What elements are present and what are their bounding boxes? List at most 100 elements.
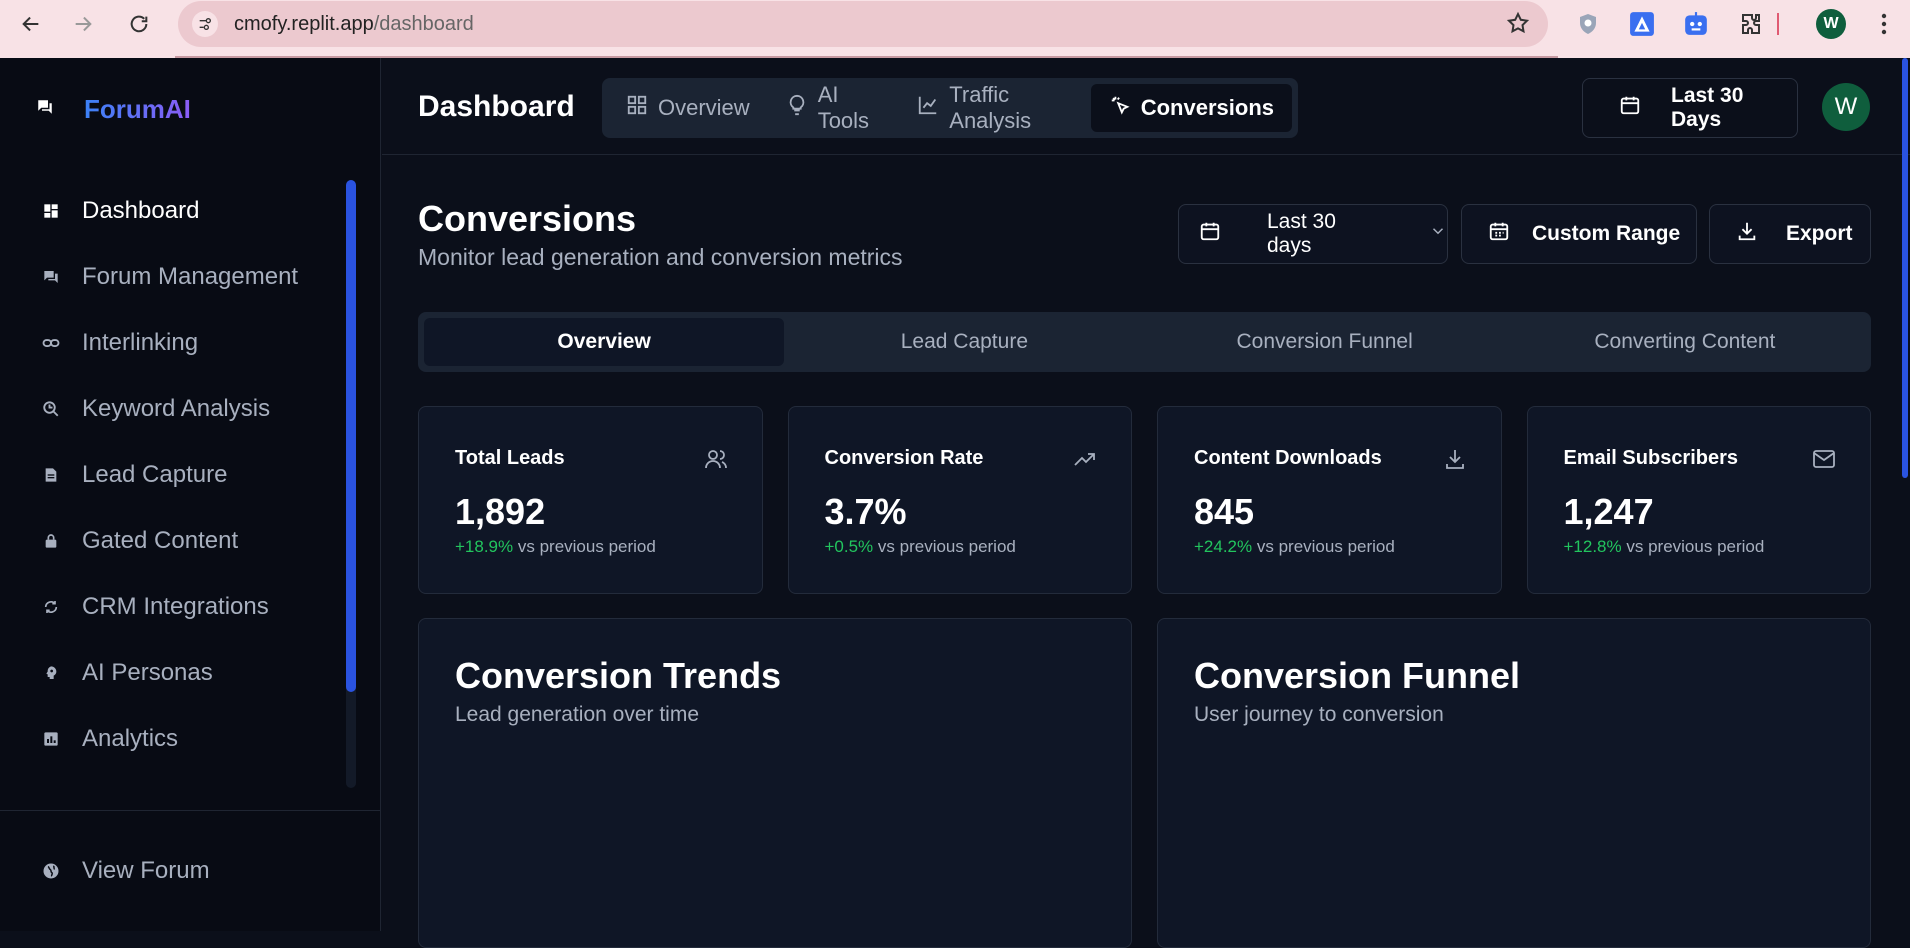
calendar-icon bbox=[1619, 94, 1641, 122]
header-date-range-button[interactable]: Last 30 Days bbox=[1582, 78, 1798, 138]
stat-delta: +12.8% vs previous period bbox=[1563, 537, 1765, 556]
user-avatar[interactable]: W bbox=[1822, 83, 1870, 131]
sidebar-item-dashboard[interactable]: Dashboard bbox=[0, 178, 345, 244]
brand[interactable]: ForumAI bbox=[36, 94, 191, 125]
back-icon[interactable] bbox=[16, 9, 46, 39]
toolbar-divider bbox=[1776, 10, 1780, 38]
export-button[interactable]: Export bbox=[1709, 204, 1871, 264]
stat-label: Conversion Rate bbox=[824, 447, 984, 469]
view-forum-container: View Forum bbox=[0, 838, 345, 904]
tab-conversions[interactable]: Conversions bbox=[1090, 84, 1292, 132]
sidebar-item-ai-personas[interactable]: AI Personas bbox=[0, 640, 345, 706]
subtab-overview[interactable]: Overview bbox=[424, 318, 785, 366]
tab-label: Conversions bbox=[1140, 95, 1274, 120]
date-range-label: Last 30 Days bbox=[1671, 84, 1744, 131]
app-root: ForumAI Dashboard Forum Management Inter… bbox=[0, 58, 1910, 948]
bookmark-star-icon[interactable] bbox=[1506, 11, 1530, 40]
calendar-grid-icon bbox=[1488, 220, 1510, 248]
stat-value: 1,892 bbox=[455, 491, 546, 532]
subtab-conversion-funnel[interactable]: Conversion Funnel bbox=[1145, 318, 1505, 366]
panel-title: Conversion Trends bbox=[455, 655, 782, 696]
keyword-search-icon bbox=[42, 400, 60, 418]
link-icon bbox=[42, 334, 60, 352]
forum-icon bbox=[42, 268, 60, 286]
conversion-subtabs: Overview Lead Capture Conversion Funnel … bbox=[418, 312, 1871, 372]
top-tab-bar: Overview AI Tools Traffic Analysis Conve… bbox=[602, 78, 1298, 138]
stat-cards: Total Leads 1,892 +18.9% vs previous per… bbox=[418, 406, 1871, 594]
subtab-lead-capture[interactable]: Lead Capture bbox=[784, 318, 1144, 366]
sidebar-item-label: Analytics bbox=[82, 725, 179, 752]
tab-overview[interactable]: Overview bbox=[608, 84, 768, 132]
page-scrollbar-thumb[interactable] bbox=[1902, 58, 1908, 478]
analytics-icon bbox=[42, 730, 60, 748]
brand-name: ForumAI bbox=[84, 94, 191, 124]
mail-icon bbox=[1812, 447, 1836, 476]
page-title: Dashboard bbox=[418, 90, 575, 123]
line-chart-icon bbox=[917, 94, 939, 122]
browser-menu-icon[interactable] bbox=[1870, 10, 1898, 38]
period-select[interactable]: Last 30 days bbox=[1178, 204, 1448, 264]
sidebar-item-label: Interlinking bbox=[82, 329, 199, 356]
chart-panels: Conversion Trends Lead generation over t… bbox=[418, 618, 1871, 948]
sidebar-item-label: Gated Content bbox=[82, 527, 239, 554]
stat-card-email-subscribers: Email Subscribers 1,247 +12.8% vs previo… bbox=[1526, 406, 1871, 594]
stat-card-total-leads: Total Leads 1,892 +18.9% vs previous per… bbox=[418, 406, 763, 594]
address-bar[interactable]: cmofy.replit.app/dashboard bbox=[178, 1, 1548, 47]
sidebar-scrollbar-thumb[interactable] bbox=[346, 180, 356, 692]
users-icon bbox=[704, 447, 728, 476]
shield-extension-icon[interactable] bbox=[1574, 10, 1602, 38]
forward-icon[interactable] bbox=[68, 9, 98, 39]
sidebar-item-forum-management[interactable]: Forum Management bbox=[0, 244, 345, 310]
sidebar-item-keyword-analysis[interactable]: Keyword Analysis bbox=[0, 376, 345, 442]
sidebar-item-label: Lead Capture bbox=[82, 461, 228, 488]
sidebar-item-lead-capture[interactable]: Lead Capture bbox=[0, 442, 345, 508]
subtab-converting-content[interactable]: Converting Content bbox=[1505, 318, 1865, 366]
download-icon bbox=[1736, 220, 1758, 248]
sidebar: ForumAI Dashboard Forum Management Inter… bbox=[0, 58, 381, 931]
sidebar-item-label: Dashboard bbox=[82, 197, 200, 224]
custom-range-button[interactable]: Custom Range bbox=[1461, 204, 1697, 264]
stat-label: Total Leads bbox=[455, 447, 565, 469]
sidebar-item-gated-content[interactable]: Gated Content bbox=[0, 508, 345, 574]
dashboard-icon bbox=[42, 202, 60, 220]
panel-subtitle: Lead generation over time bbox=[455, 703, 699, 726]
extensions-puzzle-icon[interactable] bbox=[1737, 10, 1765, 38]
tab-traffic-analysis[interactable]: Traffic Analysis bbox=[899, 82, 1090, 133]
top-header: Dashboard Overview AI Tools Traffic Anal… bbox=[382, 58, 1910, 155]
robot-extension-icon[interactable] bbox=[1682, 10, 1710, 38]
view-forum-link[interactable]: View Forum bbox=[0, 838, 345, 904]
sidebar-item-crm-integrations[interactable]: CRM Integrations bbox=[0, 574, 345, 640]
url-text: cmofy.replit.app/dashboard bbox=[234, 13, 474, 35]
lock-icon bbox=[42, 532, 60, 550]
stat-card-conversion-rate: Conversion Rate 3.7% +0.5% vs previous p… bbox=[787, 406, 1132, 594]
custom-range-label: Custom Range bbox=[1532, 222, 1681, 245]
document-icon bbox=[42, 466, 60, 484]
section-subtitle: Monitor lead generation and conversion m… bbox=[418, 244, 903, 270]
tab-label: Overview bbox=[658, 95, 750, 120]
tab-label: Traffic Analysis bbox=[949, 82, 1032, 133]
reload-icon[interactable] bbox=[124, 9, 154, 39]
stat-label: Email Subscribers bbox=[1563, 447, 1739, 469]
section-title: Conversions bbox=[418, 198, 637, 239]
lightbulb-icon bbox=[786, 94, 808, 122]
browser-profile-avatar[interactable]: W bbox=[1816, 9, 1846, 39]
sync-icon bbox=[42, 598, 60, 616]
globe-icon bbox=[42, 862, 60, 880]
stat-value: 3.7% bbox=[824, 491, 907, 532]
sidebar-item-interlinking[interactable]: Interlinking bbox=[0, 310, 345, 376]
panel-subtitle: User journey to conversion bbox=[1194, 703, 1444, 726]
sidebar-item-label: Forum Management bbox=[82, 263, 299, 290]
sidebar-item-analytics[interactable]: Analytics bbox=[0, 706, 345, 772]
stat-card-content-downloads: Content Downloads 845 +24.2% vs previous… bbox=[1157, 406, 1502, 594]
stat-delta: +18.9% vs previous period bbox=[455, 537, 656, 556]
trending-up-icon bbox=[1073, 447, 1097, 476]
main-content: Conversions Monitor lead generation and … bbox=[382, 156, 1910, 948]
stat-value: 1,247 bbox=[1563, 491, 1654, 532]
site-settings-icon[interactable] bbox=[192, 11, 218, 37]
triangle-extension-icon[interactable] bbox=[1628, 10, 1656, 38]
sidebar-divider bbox=[0, 810, 381, 811]
download-icon bbox=[1443, 447, 1467, 476]
browser-toolbar: cmofy.replit.app/dashboard W bbox=[0, 0, 1910, 58]
panel-title: Conversion Funnel bbox=[1194, 655, 1521, 696]
tab-ai-tools[interactable]: AI Tools bbox=[768, 82, 900, 133]
